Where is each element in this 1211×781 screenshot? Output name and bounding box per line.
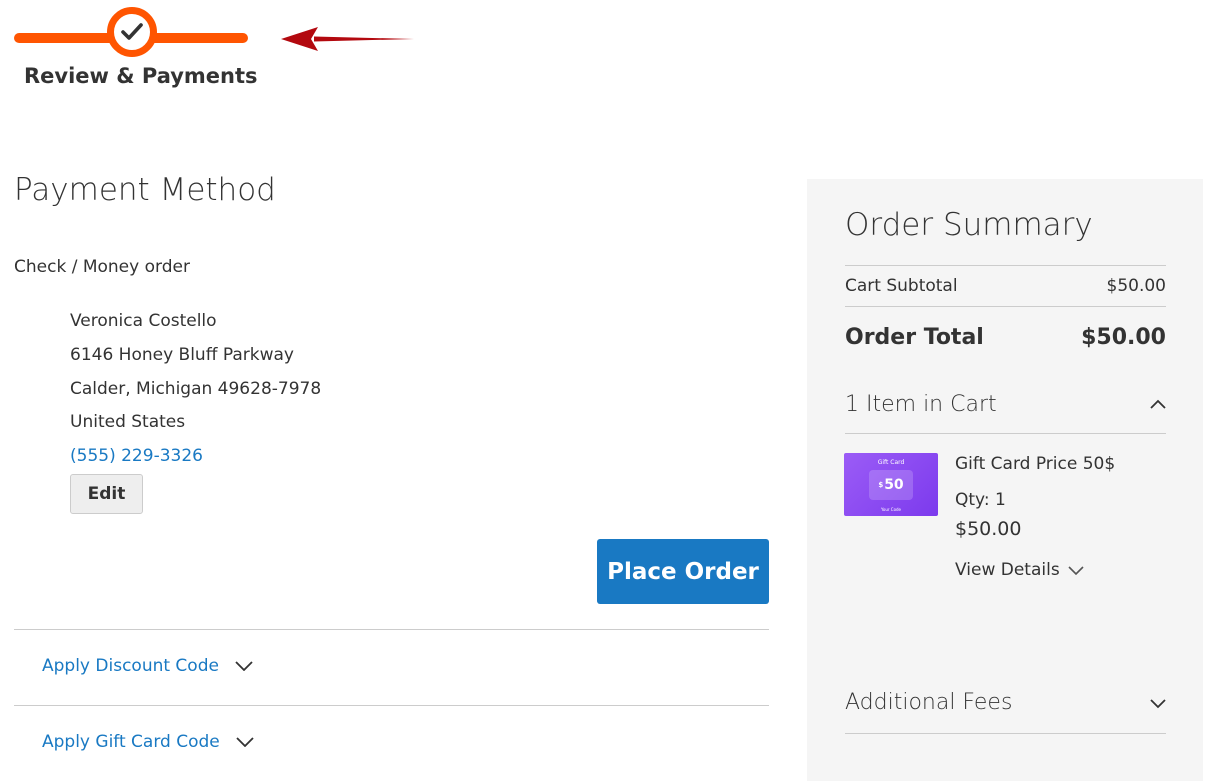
billing-street: 6146 Honey Bluff Parkway xyxy=(70,345,294,365)
chevron-down-icon xyxy=(236,737,254,747)
apply-gift-card-toggle[interactable]: Apply Gift Card Code xyxy=(42,732,254,752)
view-details-toggle[interactable]: View Details xyxy=(955,560,1084,580)
product-thumbnail[interactable]: Gift Card $50 Your Code xyxy=(844,453,938,516)
payment-method-label: Check / Money order xyxy=(14,257,190,277)
product-qty: Qty: 1 xyxy=(955,490,1006,510)
gift-card-image-header: Gift Card xyxy=(877,459,905,466)
product-name: Gift Card Price 50$ xyxy=(955,454,1116,474)
items-in-cart-toggle[interactable]: 1 Item in Cart xyxy=(845,392,997,417)
gift-card-image-footer: Your Code xyxy=(880,507,902,512)
billing-country: United States xyxy=(70,412,186,432)
step-title: Review & Payments xyxy=(24,64,258,88)
checkmark-icon xyxy=(121,23,143,40)
step-complete-indicator xyxy=(107,7,157,57)
divider xyxy=(14,629,769,630)
gift-card-image-amount: $50 xyxy=(869,470,913,500)
apply-discount-toggle[interactable]: Apply Discount Code xyxy=(42,656,253,676)
billing-city: Calder, Michigan 49628-7978 xyxy=(70,379,322,399)
order-total-value: $50.00 xyxy=(1081,325,1166,350)
view-details-label: View Details xyxy=(955,560,1060,580)
product-price: $50.00 xyxy=(955,518,1022,540)
cart-subtotal-value: $50.00 xyxy=(1106,276,1166,296)
chevron-down-icon xyxy=(235,661,253,671)
chevron-down-icon[interactable] xyxy=(1150,699,1166,709)
apply-gift-card-label: Apply Gift Card Code xyxy=(42,732,220,752)
apply-discount-label: Apply Discount Code xyxy=(42,656,219,676)
divider xyxy=(845,433,1166,434)
order-total-label: Order Total xyxy=(845,325,984,350)
divider xyxy=(845,265,1166,266)
edit-address-button[interactable]: Edit xyxy=(70,474,143,514)
chevron-down-icon xyxy=(1068,565,1084,575)
billing-phone-link[interactable]: (555) 229-3326 xyxy=(70,446,203,466)
additional-fees-toggle[interactable]: Additional Fees xyxy=(845,690,1012,715)
chevron-up-icon[interactable] xyxy=(1150,399,1166,409)
order-summary-title: Order Summary xyxy=(845,207,1093,243)
divider xyxy=(845,733,1166,734)
red-arrow-icon xyxy=(281,27,414,51)
payment-method-title: Payment Method xyxy=(14,172,276,208)
cart-subtotal-label: Cart Subtotal xyxy=(845,276,958,296)
billing-name: Veronica Costello xyxy=(70,311,217,331)
place-order-button[interactable]: Place Order xyxy=(597,539,769,604)
divider xyxy=(845,306,1166,307)
divider xyxy=(14,705,769,706)
